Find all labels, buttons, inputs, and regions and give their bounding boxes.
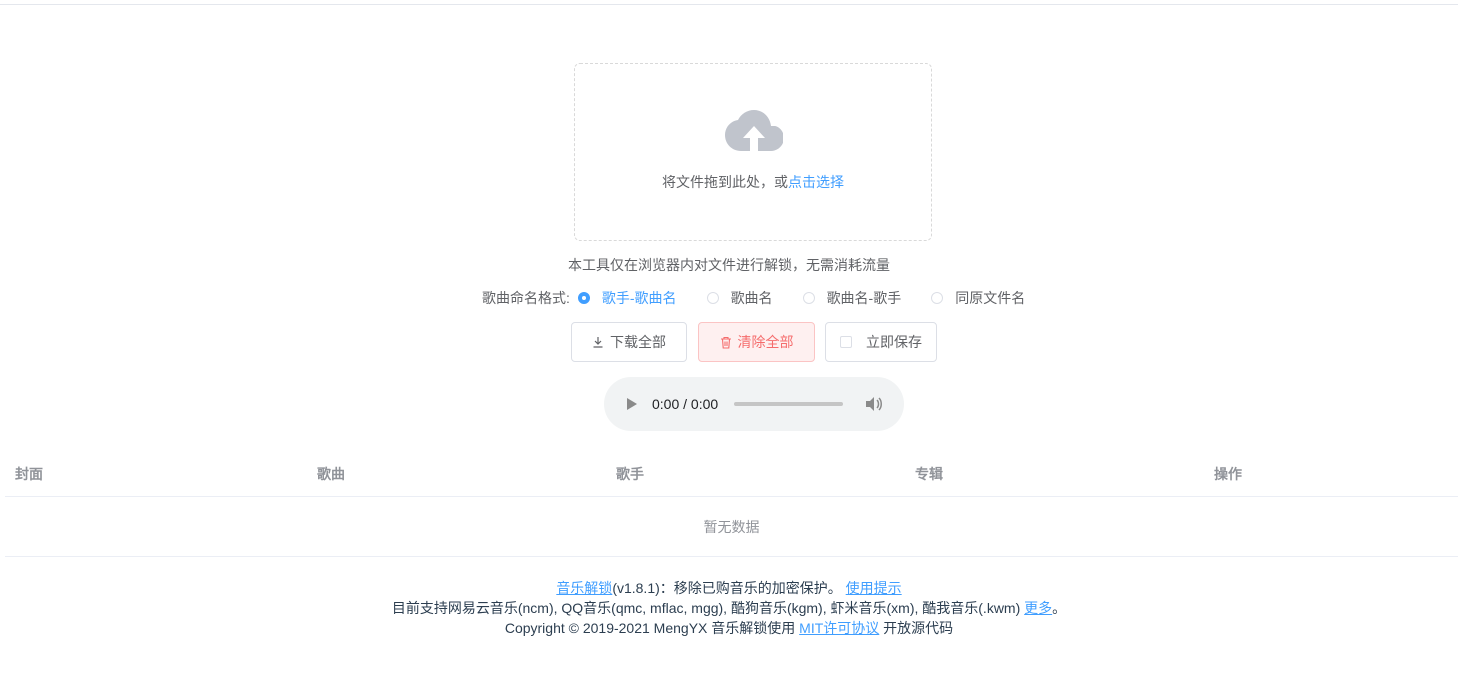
play-icon[interactable] [626,397,638,411]
naming-option-original[interactable]: 同原文件名 [931,288,1025,308]
mit-license-link[interactable]: MIT许可协议 [799,620,879,636]
table-header: 封面 歌曲 歌手 专辑 操作 [5,448,1458,497]
checkbox-icon[interactable] [840,336,852,348]
naming-option-title-artist[interactable]: 歌曲名-歌手 [802,288,901,308]
app-name-link[interactable]: 音乐解锁 [556,580,612,596]
upload-cloud-icon [725,110,783,151]
more-link[interactable]: 更多 [1024,600,1052,616]
footer-line-2: 目前支持网易云音乐(ncm), QQ音乐(qmc, mflac, mgg), 酷… [391,600,1067,616]
upload-select-link[interactable]: 点击选择 [788,174,844,190]
column-cover: 封面 [15,466,43,482]
upload-hint-text: 将文件拖到此处，或 [662,174,788,190]
naming-option-title[interactable]: 歌曲名 [706,288,773,308]
audio-player[interactable]: 0:00 / 0:00 [604,377,904,431]
footer-line-1: 音乐解锁(v1.8.1)：移除已购音乐的加密保护。 使用提示 [556,580,902,596]
radio-checked-icon [577,292,590,304]
audio-time: 0:00 / 0:00 [652,396,719,412]
volume-icon[interactable] [865,396,883,412]
naming-format-group: 歌曲命名格式: 歌手-歌曲名 歌曲名 歌曲名-歌手 同原文件名 [482,288,1055,308]
save-now-checkbox-button[interactable]: 立即保存 [825,322,937,362]
column-actions: 操作 [1214,466,1242,482]
usage-tips-link[interactable]: 使用提示 [846,580,902,596]
download-all-button[interactable]: 下载全部 [571,322,687,362]
clear-all-button[interactable]: 清除全部 [698,322,815,362]
upload-hint: 将文件拖到此处，或点击选择 [575,172,931,192]
upload-dropzone[interactable]: 将文件拖到此处，或点击选择 [574,63,932,241]
table-empty-text: 暂无数据 [5,497,1458,557]
column-song: 歌曲 [317,466,345,482]
radio-icon [931,292,944,304]
column-album: 专辑 [915,466,943,482]
local-tip: 本工具仅在浏览器内对文件进行解锁，无需消耗流量 [568,257,890,273]
naming-format-label: 歌曲命名格式: [482,290,570,306]
audio-progress-track[interactable] [734,402,844,406]
footer: 音乐解锁(v1.8.1)：移除已购音乐的加密保护。 使用提示 目前支持网易云音乐… [0,578,1458,638]
trash-icon [720,336,732,349]
download-icon [592,336,604,348]
radio-icon [706,292,719,304]
naming-option-artist-title[interactable]: 歌手-歌曲名 [577,288,677,308]
top-divider [0,4,1458,5]
footer-line-3: Copyright © 2019-2021 MengYX 音乐解锁使用 MIT许… [504,620,954,636]
column-artist: 歌手 [616,466,644,482]
radio-icon [802,292,815,304]
